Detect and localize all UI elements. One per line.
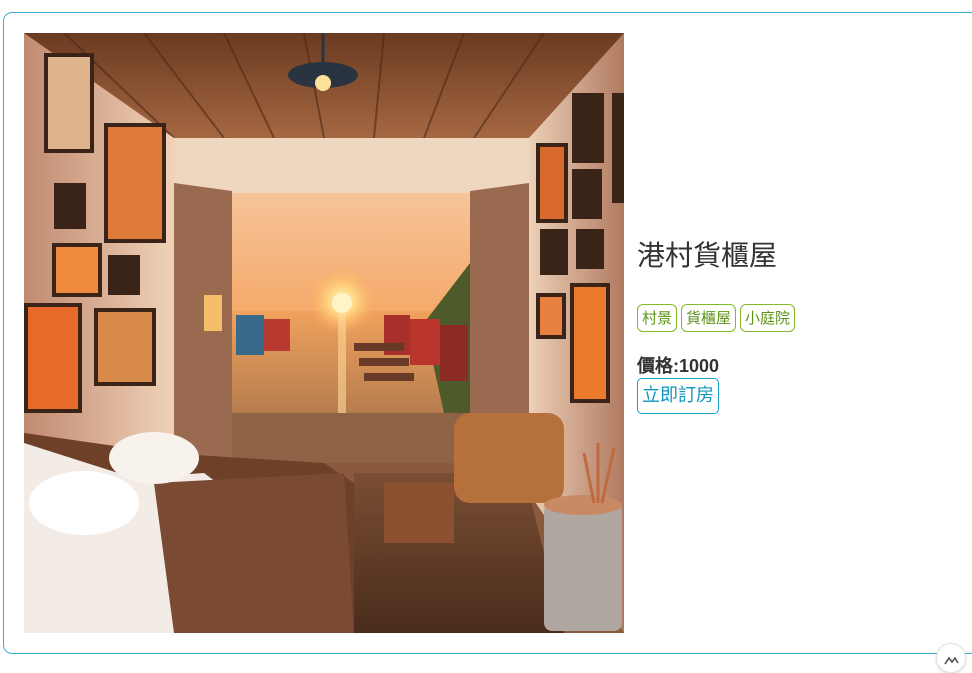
room-info: 港村貨櫃屋 村景 貨櫃屋 小庭院 價格:1000 立即訂房 xyxy=(637,0,967,661)
room-title: 港村貨櫃屋 xyxy=(637,239,778,272)
book-now-button[interactable]: 立即訂房 xyxy=(637,378,719,414)
scroll-to-top-button[interactable] xyxy=(936,643,966,673)
tag-village-view: 村景 xyxy=(637,304,678,332)
chevron-up-icon xyxy=(943,650,959,669)
room-photo xyxy=(24,33,624,633)
room-tags: 村景 貨櫃屋 小庭院 xyxy=(637,304,796,332)
tag-small-garden: 小庭院 xyxy=(740,304,796,332)
tag-container-house: 貨櫃屋 xyxy=(681,304,737,332)
price-label: 價格: xyxy=(637,356,679,376)
price-value: 1000 xyxy=(679,356,720,376)
room-price: 價格:1000 xyxy=(637,352,719,378)
